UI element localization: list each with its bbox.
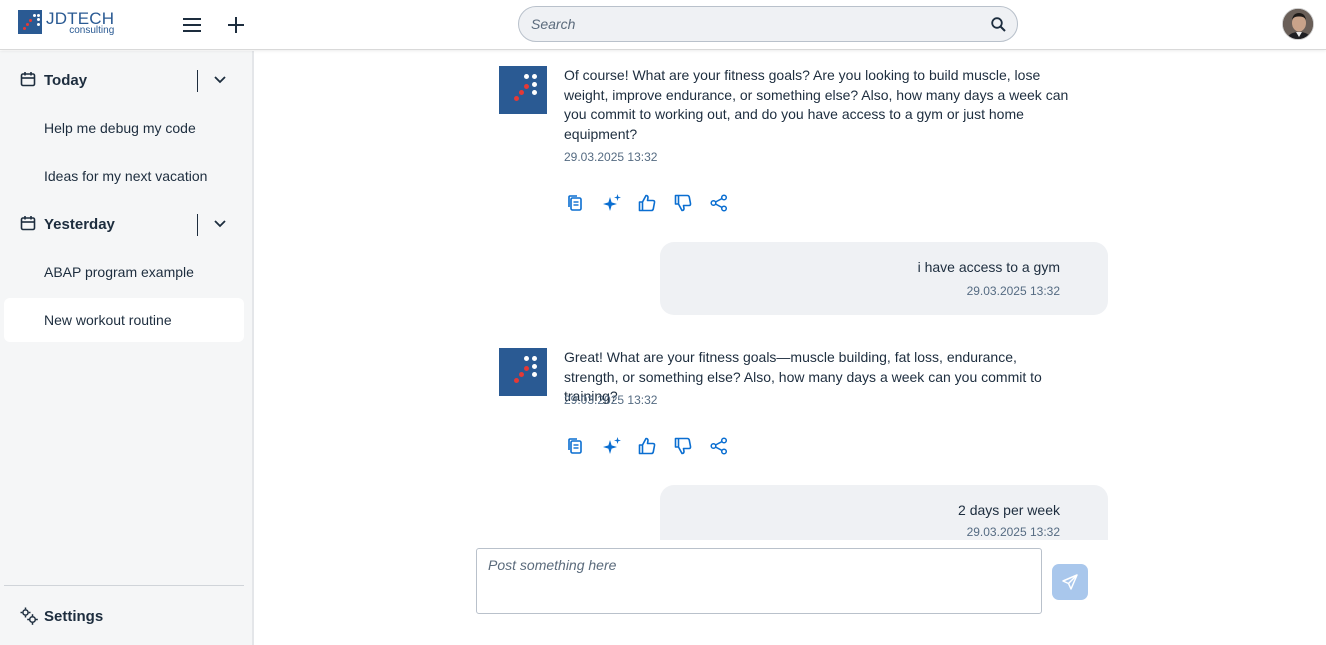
sidebar: Today Help me debug my code Ideas for my… [0, 51, 254, 645]
thumbs-down-icon[interactable] [672, 192, 708, 214]
plus-icon [228, 17, 244, 33]
settings-label: Settings [44, 607, 104, 625]
group-yesterday: Yesterday [0, 200, 248, 248]
message-timestamp: 29.03.2025 13:32 [564, 393, 658, 407]
app-header: JDTECH consulting [0, 0, 1326, 50]
hamburger-icon [183, 18, 201, 32]
message-timestamp: 29.03.2025 13:32 [966, 284, 1060, 298]
sidebar-item-workout-routine[interactable]: New workout routine [4, 298, 244, 342]
company-logo[interactable]: JDTECH consulting [18, 10, 114, 36]
new-chat-button[interactable] [223, 12, 249, 38]
sidebar-item-abap-example[interactable]: ABAP program example [4, 250, 244, 294]
assistant-message-text: Of course! What are your fitness goals? … [564, 67, 1069, 142]
message-input[interactable] [476, 548, 1042, 614]
thumbs-up-icon[interactable] [636, 435, 672, 457]
message-actions [564, 192, 744, 214]
copy-icon[interactable] [564, 192, 600, 214]
copy-icon[interactable] [564, 435, 600, 457]
send-button[interactable] [1052, 564, 1088, 600]
search-input[interactable] [531, 16, 987, 32]
user-message-bubble: i have access to a gym 29.03.2025 13:32 [660, 242, 1108, 315]
sidebar-divider [4, 585, 244, 586]
chevron-down-icon[interactable] [212, 216, 228, 232]
group-title: Today [44, 71, 88, 89]
search-field[interactable] [518, 6, 1018, 42]
message-actions [564, 435, 744, 457]
send-icon [1062, 574, 1078, 590]
settings-button[interactable]: Settings [4, 594, 244, 638]
user-avatar[interactable] [1282, 8, 1314, 40]
divider [197, 70, 198, 92]
thumbs-down-icon[interactable] [672, 435, 708, 457]
settings-icon [20, 607, 38, 625]
logo-mark [18, 10, 42, 34]
thumbs-up-icon[interactable] [636, 192, 672, 214]
calendar-icon [20, 216, 36, 231]
avatar-image [1283, 9, 1313, 39]
share-icon[interactable] [708, 192, 744, 214]
assistant-avatar [499, 66, 547, 114]
calendar-icon [20, 72, 36, 87]
ai-sparkle-icon[interactable] [600, 192, 636, 214]
sidebar-item-debug-code[interactable]: Help me debug my code [4, 106, 244, 150]
divider [197, 214, 198, 236]
chevron-down-icon[interactable] [212, 72, 228, 88]
assistant-avatar [499, 348, 547, 396]
sidebar-item-vacation[interactable]: Ideas for my next vacation [4, 154, 244, 198]
search-icon[interactable] [987, 13, 1009, 35]
share-icon[interactable] [708, 435, 744, 457]
menu-button[interactable] [179, 12, 205, 38]
group-title: Yesterday [44, 215, 115, 233]
message-timestamp: 29.03.2025 13:32 [564, 150, 658, 164]
user-message-text: 2 days per week [958, 502, 1060, 518]
ai-sparkle-icon[interactable] [600, 435, 636, 457]
message-timestamp: 29.03.2025 13:32 [966, 525, 1060, 539]
group-today: Today [0, 56, 248, 104]
user-message-text: i have access to a gym [917, 259, 1060, 275]
